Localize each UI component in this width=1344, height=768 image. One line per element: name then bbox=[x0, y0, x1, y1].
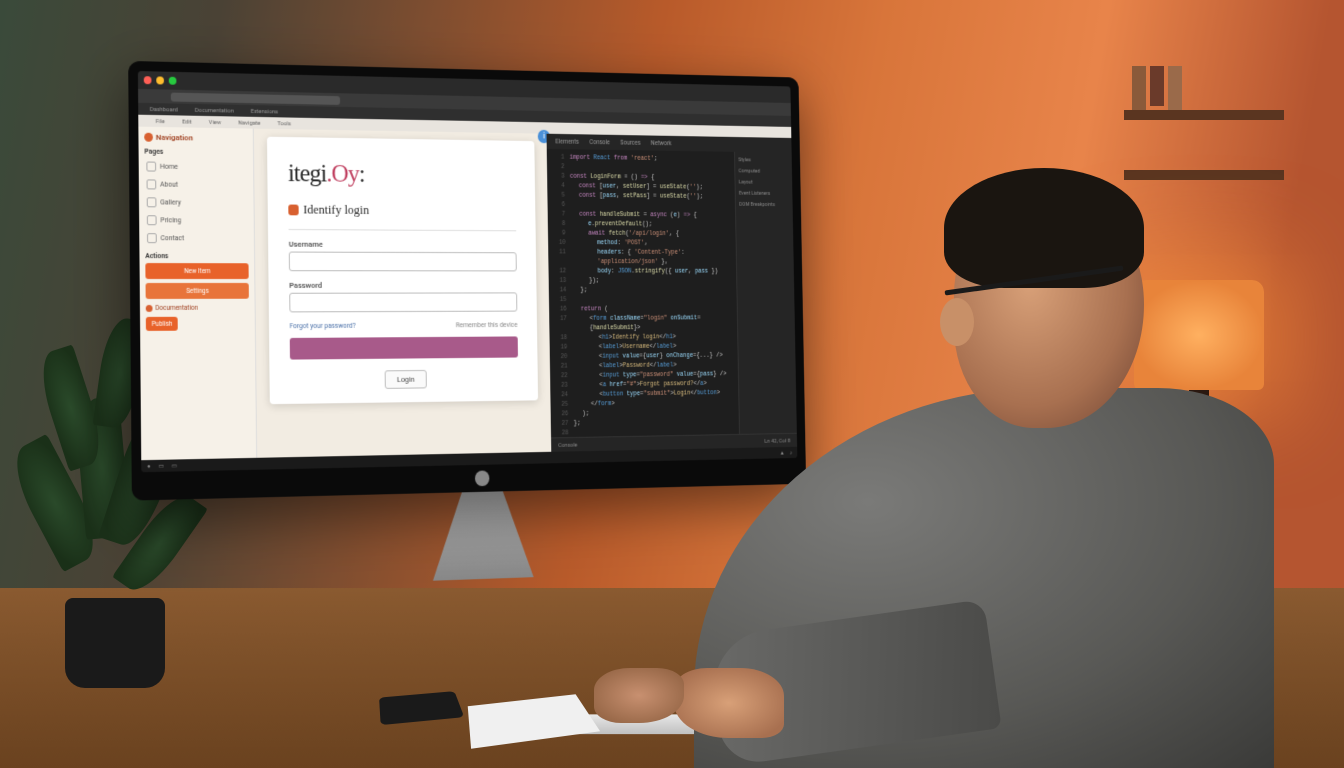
sidebar-title-label: Navigation bbox=[156, 133, 193, 143]
sidebar-section: Actions bbox=[145, 252, 248, 260]
menu-item[interactable]: View bbox=[209, 118, 221, 125]
menu-item[interactable]: File bbox=[156, 118, 165, 125]
login-card: itegi.Oy: Identify login Username Passwo… bbox=[267, 137, 538, 404]
menu-item[interactable]: Navigate bbox=[238, 119, 260, 126]
sidebar-item[interactable]: About bbox=[145, 176, 248, 193]
shield-icon bbox=[288, 204, 298, 215]
page-icon bbox=[146, 162, 156, 172]
sidebar-item[interactable]: Contact bbox=[145, 230, 248, 246]
tab-sources[interactable]: Sources bbox=[620, 139, 640, 147]
page-preview-pane: Navigation Pages Home About Gallery Pric… bbox=[138, 127, 551, 461]
password-input[interactable] bbox=[289, 292, 517, 312]
password-label: Password bbox=[289, 281, 517, 290]
sidebar-title: Navigation bbox=[144, 133, 247, 144]
menu-item[interactable]: Edit bbox=[182, 118, 192, 125]
doc-icon bbox=[146, 304, 153, 311]
bookmark-item[interactable]: Documentation bbox=[195, 106, 234, 114]
tab-elements[interactable]: Elements bbox=[555, 138, 579, 146]
sidebar-chip-publish[interactable]: Publish bbox=[146, 317, 178, 331]
taskbar-item[interactable]: ▭ bbox=[158, 462, 164, 469]
sidebar-button-settings[interactable]: Settings bbox=[146, 283, 249, 299]
brand-logo: itegi.Oy: bbox=[288, 159, 516, 191]
sidebar-item[interactable]: Home bbox=[144, 159, 247, 176]
left-sidebar: Navigation Pages Home About Gallery Pric… bbox=[138, 127, 257, 461]
bookmark-item[interactable]: Dashboard bbox=[150, 106, 178, 113]
page-icon bbox=[147, 179, 157, 189]
person bbox=[634, 148, 1274, 768]
login-button[interactable]: Login bbox=[385, 370, 427, 389]
sidebar-section: Pages bbox=[144, 148, 247, 157]
status-left: Console bbox=[558, 441, 577, 448]
page-icon bbox=[147, 215, 157, 225]
sidebar-item[interactable]: Pricing bbox=[145, 212, 248, 229]
brand-icon bbox=[144, 133, 153, 142]
menu-item[interactable]: Tools bbox=[277, 120, 291, 127]
sidebar-item[interactable]: Gallery bbox=[145, 194, 248, 211]
divider bbox=[289, 229, 517, 231]
sidebar-button-new[interactable]: New Item bbox=[145, 263, 248, 279]
scene-photo: Dashboard Documentation Extensions File … bbox=[0, 0, 1344, 768]
url-input[interactable] bbox=[171, 92, 340, 104]
primary-action-button[interactable] bbox=[290, 336, 518, 359]
page-icon bbox=[147, 233, 157, 243]
sidebar-link-docs[interactable]: Documentation bbox=[146, 304, 249, 312]
username-label: Username bbox=[289, 240, 517, 250]
close-window-icon[interactable] bbox=[144, 76, 152, 84]
tab-console[interactable]: Console bbox=[589, 138, 610, 146]
window-controls[interactable] bbox=[144, 76, 177, 85]
tab-network[interactable]: Network bbox=[651, 139, 672, 147]
taskbar-item[interactable]: ● bbox=[147, 463, 151, 470]
forgot-password-link[interactable]: Forgot your password? bbox=[290, 322, 356, 330]
username-input[interactable] bbox=[289, 252, 517, 272]
taskbar-item[interactable]: ▭ bbox=[172, 462, 178, 469]
page-icon bbox=[147, 197, 157, 207]
bookmark-item[interactable]: Extensions bbox=[251, 108, 279, 115]
apple-logo-icon bbox=[475, 470, 490, 486]
maximize-window-icon[interactable] bbox=[169, 77, 177, 85]
login-subtitle: Identify login bbox=[288, 202, 516, 219]
remember-label: Remember this device bbox=[456, 321, 518, 329]
minimize-window-icon[interactable] bbox=[156, 76, 164, 84]
